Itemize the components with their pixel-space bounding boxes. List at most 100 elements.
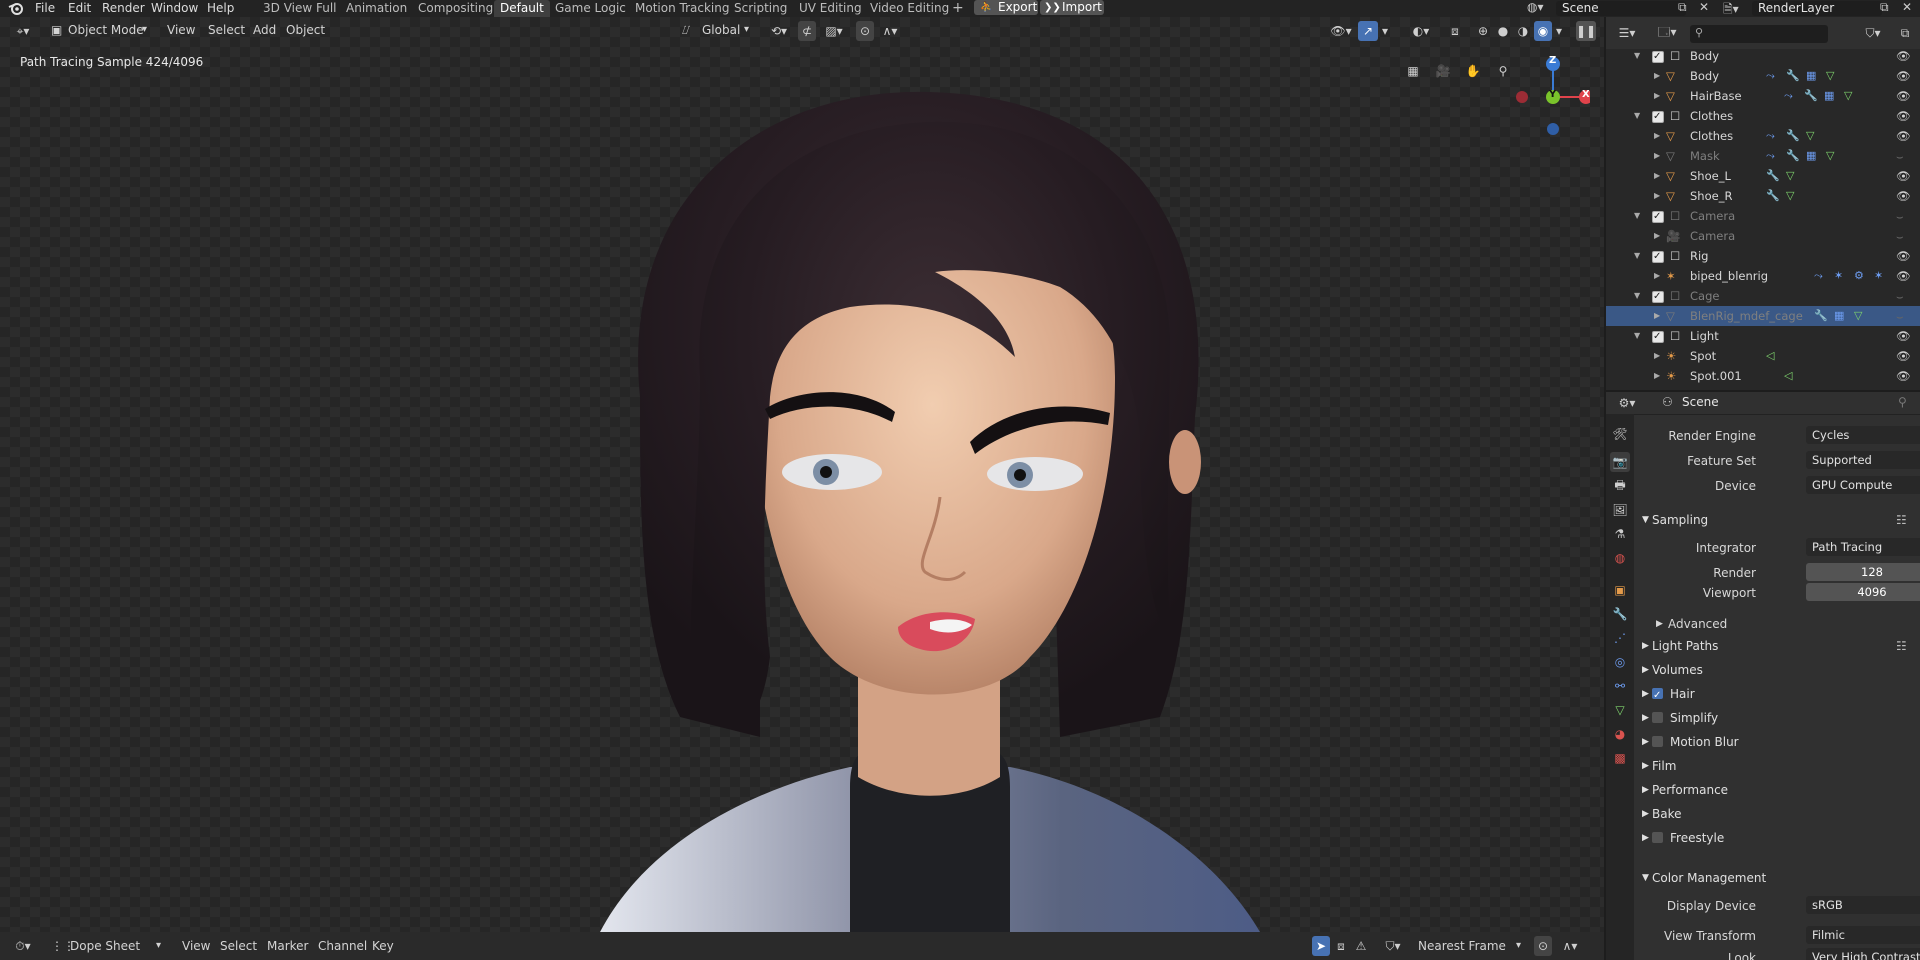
scene-icon[interactable]: ◍▾ <box>1527 0 1544 14</box>
wireframe-shading-icon[interactable]: ⊕ <box>1474 21 1492 41</box>
panel-header-volumes[interactable]: ▶ Volumes <box>1634 658 1920 682</box>
collection-checkbox[interactable] <box>1652 287 1664 307</box>
visibility-eye-icon[interactable]: ⌣ <box>1896 306 1904 326</box>
visibility-eye-icon[interactable]: ⌣ <box>1896 146 1904 166</box>
look-select[interactable]: Very High Contrast▾ <box>1806 948 1920 960</box>
add-workspace-button[interactable]: + <box>946 0 970 17</box>
visibility-eye-icon[interactable]: ⌣ <box>1896 286 1904 306</box>
solid-shading-icon[interactable]: ● <box>1494 21 1512 41</box>
outliner-object-row[interactable]: ▶ ☀ Spot.001 ◁ 👁 <box>1606 366 1920 386</box>
panel-header-hair[interactable]: ▶ Hair <box>1634 682 1920 708</box>
expand-arrow-icon[interactable]: ▶ <box>1654 346 1660 366</box>
data-badge-icon[interactable]: ▽ <box>1854 306 1862 326</box>
new-scene-icon[interactable]: ⧉ <box>1678 0 1687 15</box>
data-badge-icon[interactable]: ▽ <box>1806 126 1814 146</box>
data-badge-icon[interactable]: ▦ <box>1806 66 1816 86</box>
viewport-menu-select[interactable]: Select <box>208 20 245 40</box>
panel-header-bake[interactable]: ▶ Bake <box>1634 802 1920 826</box>
data-badge-icon[interactable]: ▽ <box>1826 66 1834 86</box>
data-badge-icon[interactable]: ⤳ <box>1784 86 1793 106</box>
data-badge-icon[interactable]: ◁ <box>1784 366 1792 386</box>
expand-arrow-icon[interactable]: ▶ <box>1654 86 1660 106</box>
export-button[interactable]: ⛹ Export <box>974 0 1038 15</box>
expand-arrow-icon[interactable]: ▶ <box>1654 186 1660 206</box>
data-badge-icon[interactable]: ▽ <box>1786 186 1794 206</box>
view-transform-select[interactable]: Filmic▾ <box>1806 926 1920 944</box>
outliner-object-row[interactable]: ▶ ☀ Spot ◁ 👁 <box>1606 346 1920 366</box>
grid-view-icon[interactable]: ▦ <box>1402 60 1424 82</box>
outliner-collection-row[interactable]: ▼ ☐ Camera ⌣ <box>1606 206 1920 227</box>
timeline-menu-marker[interactable]: Marker <box>267 936 308 956</box>
visibility-eye-icon[interactable]: 👁 <box>1896 366 1911 386</box>
data-badge-icon[interactable]: 🔧 <box>1786 146 1800 166</box>
pause-render-icon[interactable]: ❚❚ <box>1576 21 1596 41</box>
presets-list-icon[interactable]: ☷ <box>1896 634 1907 658</box>
pin-icon[interactable]: ⚲ <box>1898 395 1907 409</box>
display-device-select[interactable]: sRGB▾ <box>1806 896 1920 914</box>
tab-default[interactable]: Default <box>494 0 550 17</box>
visibility-eye-icon[interactable]: 👁 <box>1896 106 1911 126</box>
outliner-object-row[interactable]: ▶ ▽ Body ⤳ 🔧 ▦ ▽ 👁 <box>1606 66 1920 86</box>
expand-arrow-icon[interactable]: ▶ <box>1654 366 1660 386</box>
expand-arrow-icon[interactable]: ▼ <box>1634 106 1640 126</box>
collection-checkbox[interactable] <box>1652 207 1664 227</box>
display-mode-icon[interactable]: 🗔▾ <box>1654 23 1680 43</box>
navigation-gizmo[interactable]: Z Y X <box>1510 52 1593 137</box>
feature-set-select[interactable]: Supported▾ <box>1806 451 1920 469</box>
outliner-collection-row[interactable]: ▼ ☐ Cage ⌣ <box>1606 286 1920 307</box>
modifiers-tab-icon[interactable]: 🔧 <box>1610 604 1630 624</box>
sampling-panel-header[interactable]: ▼ Sampling ☷ <box>1634 508 1920 532</box>
gizmo-toggle-icon[interactable]: ↗ <box>1358 21 1378 41</box>
outliner-object-row[interactable]: ▶ ▽ BlenRig_mdef_cage 🔧 ▦ ▽ ⌣ <box>1606 306 1920 326</box>
data-badge-icon[interactable]: ✶ <box>1834 266 1843 286</box>
scene-selector[interactable]: Scene <box>1556 1 1686 16</box>
data-badge-icon[interactable]: 🔧 <box>1814 306 1828 326</box>
timeline-menu-key[interactable]: Key <box>372 936 394 956</box>
data-badge-icon[interactable]: ✶ <box>1874 266 1883 286</box>
data-badge-icon[interactable]: ⤳ <box>1766 66 1775 86</box>
data-badge-icon[interactable]: ▦ <box>1824 86 1834 106</box>
render-engine-select[interactable]: Cycles▾ <box>1806 426 1920 444</box>
data-badge-icon[interactable]: ▽ <box>1844 86 1852 106</box>
panel-enable-checkbox[interactable] <box>1652 832 1663 843</box>
expand-arrow-icon[interactable]: ▶ <box>1654 166 1660 186</box>
expand-arrow-icon[interactable]: ▼ <box>1634 326 1640 346</box>
blender-logo-icon[interactable] <box>8 1 24 16</box>
outliner-object-row[interactable]: ▶ ▽ Mask ⤳ 🔧 ▦ ▽ ⌣ <box>1606 146 1920 166</box>
visibility-eye-icon[interactable]: 👁 <box>1896 346 1911 366</box>
editor-type-icon[interactable]: ⌖▾ <box>10 21 36 41</box>
device-select[interactable]: GPU Compute▾ <box>1806 476 1920 494</box>
panel-header-performance[interactable]: ▶ Performance <box>1634 778 1920 802</box>
data-badge-icon[interactable]: 🔧 <box>1786 126 1800 146</box>
chevron-down-icon[interactable]: ▾ <box>1552 21 1566 41</box>
snap-target-icon[interactable]: ▨▾ <box>820 21 848 41</box>
tab-scripting[interactable]: Scripting <box>728 0 793 17</box>
menu-edit[interactable]: Edit <box>68 0 91 17</box>
data-badge-icon[interactable]: ▽ <box>1786 166 1794 186</box>
collection-checkbox[interactable] <box>1652 247 1664 267</box>
rendered-shading-icon[interactable]: ◉ <box>1534 21 1552 41</box>
data-badge-icon[interactable]: ⤳ <box>1766 126 1775 146</box>
transform-orientation-selector[interactable]: ⌰ Global ▾ <box>680 20 754 40</box>
viewport-menu-object[interactable]: Object <box>286 20 325 40</box>
outliner-object-row[interactable]: ▶ 🎥 Camera ⌣ <box>1606 226 1920 246</box>
viewport-samples-field[interactable]: 4096 <box>1806 583 1920 601</box>
data-badge-icon[interactable]: ▦ <box>1834 306 1844 326</box>
falloff-icon[interactable]: ∧▾ <box>876 21 904 41</box>
data-badge-icon[interactable]: 🔧 <box>1786 66 1800 86</box>
visibility-eye-icon[interactable]: 👁 <box>1896 266 1911 286</box>
visibility-eye-icon[interactable]: ⌣ <box>1896 206 1904 226</box>
outliner-object-row[interactable]: ▶ ▽ Clothes ⤳ 🔧 ▽ 👁 <box>1606 126 1920 146</box>
advanced-subpanel-header[interactable]: ▶ Advanced <box>1634 614 1920 634</box>
pivot-point-icon[interactable]: ⟲▾ <box>764 21 794 41</box>
expand-arrow-icon[interactable]: ▶ <box>1654 126 1660 146</box>
visibility-eye-icon[interactable]: 👁 <box>1896 46 1911 66</box>
tab-game-logic[interactable]: Game Logic <box>549 0 632 17</box>
outliner-collection-row[interactable]: ▼ ☐ Rig 👁 <box>1606 246 1920 267</box>
outliner-object-row[interactable]: ▶ ▽ Shoe_R 🔧 ▽ 👁 <box>1606 186 1920 206</box>
timeline-menu-channel[interactable]: Channel <box>318 936 367 956</box>
data-badge-icon[interactable]: ⤳ <box>1814 266 1823 286</box>
panel-enable-checkbox[interactable] <box>1652 736 1663 747</box>
snap-icon[interactable]: ⊄ <box>798 21 816 41</box>
expand-arrow-icon[interactable]: ▶ <box>1654 266 1660 286</box>
